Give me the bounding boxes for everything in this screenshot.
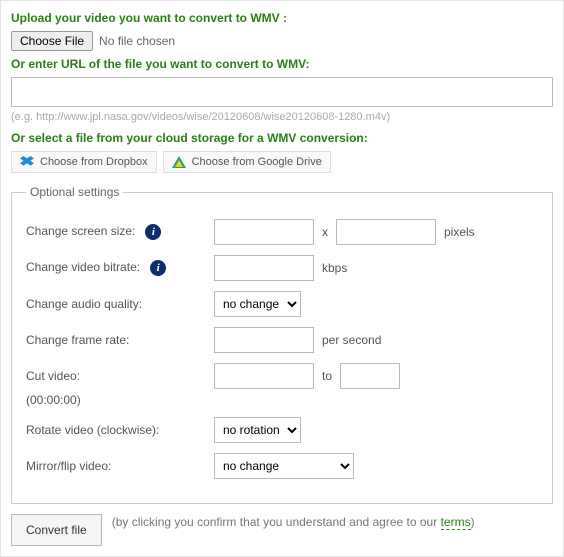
row-audio: Change audio quality: no change bbox=[26, 291, 538, 317]
gdrive-label: Choose from Google Drive bbox=[192, 156, 322, 168]
cloud-row: Choose from Dropbox Choose from Google D… bbox=[11, 151, 553, 173]
cut-to-text: to bbox=[322, 369, 332, 383]
cut-to-input[interactable] bbox=[340, 363, 400, 389]
dropbox-icon bbox=[20, 156, 34, 168]
screen-unit: pixels bbox=[444, 225, 475, 239]
terms-link[interactable]: terms bbox=[441, 515, 471, 530]
heading-url: Or enter URL of the file you want to con… bbox=[11, 57, 553, 71]
screen-x: x bbox=[322, 225, 328, 239]
row-cut: Cut video: to bbox=[26, 363, 538, 389]
row-screen-size: Change screen size: i x pixels bbox=[26, 219, 538, 245]
framerate-label: Change frame rate: bbox=[26, 333, 206, 347]
optional-settings-legend: Optional settings bbox=[26, 185, 123, 199]
mirror-label: Mirror/flip video: bbox=[26, 459, 206, 473]
audio-select[interactable]: no change bbox=[214, 291, 301, 317]
cut-label: Cut video: bbox=[26, 369, 206, 383]
terms-note: (by clicking you confirm that you unders… bbox=[112, 514, 475, 531]
screen-size-label: Change screen size: i bbox=[26, 224, 206, 240]
cut-from-input[interactable] bbox=[214, 363, 314, 389]
url-hint: (e.g. http://www.jpl.nasa.gov/videos/wis… bbox=[11, 111, 553, 123]
heading-cloud: Or select a file from your cloud storage… bbox=[11, 131, 553, 145]
cut-hint: (00:00:00) bbox=[26, 393, 538, 407]
info-icon[interactable]: i bbox=[150, 260, 166, 276]
framerate-unit: per second bbox=[322, 333, 381, 347]
form-container: Upload your video you want to convert to… bbox=[0, 0, 564, 557]
mirror-select[interactable]: no change bbox=[214, 453, 354, 479]
rotate-label: Rotate video (clockwise): bbox=[26, 423, 206, 437]
url-input[interactable] bbox=[11, 77, 553, 107]
info-icon[interactable]: i bbox=[145, 224, 161, 240]
heading-upload: Upload your video you want to convert to… bbox=[11, 11, 553, 25]
row-mirror: Mirror/flip video: no change bbox=[26, 453, 538, 479]
audio-label: Change audio quality: bbox=[26, 297, 206, 311]
dropbox-button[interactable]: Choose from Dropbox bbox=[11, 151, 157, 173]
bitrate-label: Change video bitrate: i bbox=[26, 260, 206, 276]
file-row: Choose File No file chosen bbox=[11, 31, 553, 51]
bitrate-input[interactable] bbox=[214, 255, 314, 281]
convert-button[interactable]: Convert file bbox=[11, 514, 102, 546]
framerate-input[interactable] bbox=[214, 327, 314, 353]
dropbox-label: Choose from Dropbox bbox=[40, 156, 148, 168]
submit-row: Convert file (by clicking you confirm th… bbox=[11, 514, 553, 546]
gdrive-button[interactable]: Choose from Google Drive bbox=[163, 151, 331, 173]
screen-height-input[interactable] bbox=[336, 219, 436, 245]
row-bitrate: Change video bitrate: i kbps bbox=[26, 255, 538, 281]
row-framerate: Change frame rate: per second bbox=[26, 327, 538, 353]
choose-file-button[interactable]: Choose File bbox=[11, 31, 93, 51]
file-status: No file chosen bbox=[99, 34, 175, 48]
row-rotate: Rotate video (clockwise): no rotation bbox=[26, 417, 538, 443]
optional-settings: Optional settings Change screen size: i … bbox=[11, 185, 553, 504]
rotate-select[interactable]: no rotation bbox=[214, 417, 301, 443]
bitrate-unit: kbps bbox=[322, 261, 347, 275]
google-drive-icon bbox=[172, 156, 186, 168]
screen-width-input[interactable] bbox=[214, 219, 314, 245]
